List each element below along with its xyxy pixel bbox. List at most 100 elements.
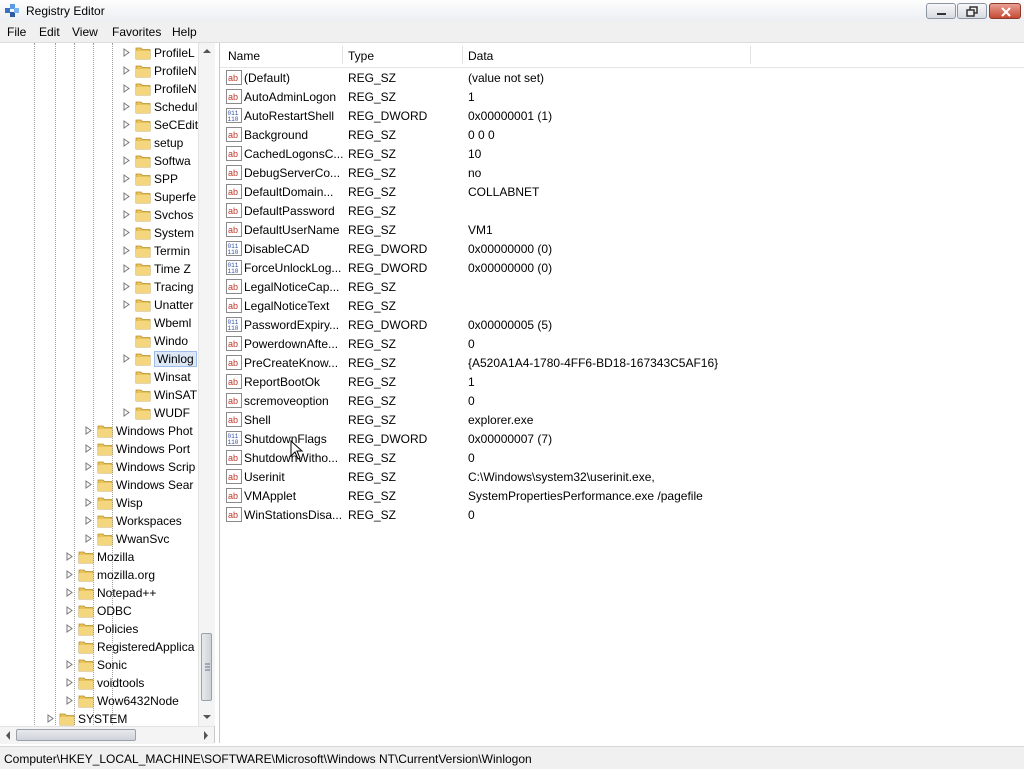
expand-arrow-icon[interactable] [84, 462, 93, 471]
registry-key-tree[interactable]: ProfileL ProfileN ProfileN Schedule SeCEdit s… [0, 43, 215, 743]
scroll-right-arrow-icon[interactable] [198, 727, 214, 744]
registry-value-row[interactable]: ab DefaultPassword REG_SZ [220, 201, 1024, 220]
tree-item[interactable]: Windows Phot [0, 422, 198, 440]
expand-arrow-icon[interactable] [122, 408, 131, 417]
expand-arrow-icon[interactable] [46, 714, 55, 723]
tree-item[interactable]: Tracing [0, 278, 198, 296]
restore-button[interactable] [957, 3, 987, 19]
tree-item[interactable]: ProfileN [0, 80, 198, 98]
registry-value-row[interactable]: ab Background REG_SZ 0 0 0 [220, 125, 1024, 144]
tree-item[interactable]: Workspaces [0, 512, 198, 530]
tree-item[interactable]: Svchos [0, 206, 198, 224]
tree-item[interactable]: ODBC [0, 602, 198, 620]
expand-arrow-icon[interactable] [122, 84, 131, 93]
expand-arrow-icon[interactable] [65, 696, 74, 705]
tree-item[interactable]: ProfileL [0, 44, 198, 62]
registry-value-row[interactable]: ab VMApplet REG_SZ SystemPropertiesPerforma… [220, 486, 1024, 505]
tree-item[interactable]: Wow6432Node [0, 692, 198, 710]
tree-item[interactable]: Policies [0, 620, 198, 638]
expand-arrow-icon[interactable] [122, 228, 131, 237]
column-header-type[interactable]: Type [348, 49, 374, 63]
tree-item[interactable]: SPP [0, 170, 198, 188]
registry-value-row[interactable]: ab LegalNoticeText REG_SZ [220, 296, 1024, 315]
tree-item[interactable]: WwanSvc [0, 530, 198, 548]
expand-arrow-icon[interactable] [122, 48, 131, 57]
expand-arrow-icon[interactable] [122, 282, 131, 291]
expand-arrow-icon[interactable] [84, 498, 93, 507]
tree-vertical-scrollbar[interactable] [198, 43, 215, 726]
tree-item[interactable]: Mozilla [0, 548, 198, 566]
registry-value-row[interactable]: ab scremoveoption REG_SZ 0 [220, 391, 1024, 410]
expand-arrow-icon[interactable] [84, 480, 93, 489]
tree-item[interactable]: Windo [0, 332, 198, 350]
registry-value-row[interactable]: ab (Default) REG_SZ (value not set) [220, 68, 1024, 87]
tree-item[interactable]: Time Z [0, 260, 198, 278]
registry-value-row[interactable]: ab LegalNoticeCap... REG_SZ [220, 277, 1024, 296]
expand-arrow-icon[interactable] [122, 300, 131, 309]
column-divider[interactable] [342, 46, 343, 64]
registry-value-row[interactable]: ab Shell REG_SZ explorer.exe [220, 410, 1024, 429]
tree-hscroll-thumb[interactable] [16, 729, 136, 741]
tree-item[interactable]: Windows Port [0, 440, 198, 458]
scroll-left-arrow-icon[interactable] [0, 727, 16, 744]
minimize-button[interactable] [926, 3, 956, 19]
menu-favorites[interactable]: Favorites [112, 25, 161, 39]
tree-horizontal-scrollbar[interactable] [0, 726, 214, 744]
tree-item[interactable]: Wisp [0, 494, 198, 512]
registry-value-row[interactable]: ab ReportBootOk REG_SZ 1 [220, 372, 1024, 391]
scroll-up-arrow-icon[interactable] [199, 43, 215, 59]
expand-arrow-icon[interactable] [122, 210, 131, 219]
registry-value-row[interactable]: 011 110 DisableCAD REG_DWORD 0x00000000 (0) [220, 239, 1024, 258]
tree-item[interactable]: Notepad++ [0, 584, 198, 602]
expand-arrow-icon[interactable] [65, 570, 74, 579]
tree-item[interactable]: Schedule [0, 98, 204, 116]
tree-item[interactable]: Winsat [0, 368, 198, 386]
registry-value-row[interactable]: ab PowerdownAfte... REG_SZ 0 [220, 334, 1024, 353]
menu-edit[interactable]: Edit [39, 25, 60, 39]
tree-item[interactable]: setup [0, 134, 198, 152]
menu-file[interactable]: File [7, 25, 26, 39]
expand-arrow-icon[interactable] [84, 534, 93, 543]
tree-item[interactable]: Winlog [0, 350, 198, 368]
registry-value-row[interactable]: ab AutoAdminLogon REG_SZ 1 [220, 87, 1024, 106]
registry-value-row[interactable]: ab DefaultDomain... REG_SZ COLLABNET [220, 182, 1024, 201]
registry-value-row[interactable]: ab CachedLogonsC... REG_SZ 10 [220, 144, 1024, 163]
expand-arrow-icon[interactable] [84, 444, 93, 453]
registry-value-row[interactable]: ab Userinit REG_SZ C:\Windows\system32\user… [220, 467, 1024, 486]
expand-arrow-icon[interactable] [122, 120, 131, 129]
registry-value-row[interactable]: ab WinStationsDisa... REG_SZ 0 [220, 505, 1024, 524]
tree-item[interactable]: Windows Scrip [0, 458, 198, 476]
registry-value-row[interactable]: ab PreCreateKnow... REG_SZ {A520A1A4-1780-4… [220, 353, 1024, 372]
tree-scroll-thumb[interactable] [201, 633, 212, 701]
tree-item[interactable]: Windows Sear [0, 476, 198, 494]
menu-help[interactable]: Help [172, 25, 197, 39]
tree-item[interactable]: WinSAT [0, 386, 198, 404]
expand-arrow-icon[interactable] [122, 192, 131, 201]
scroll-down-arrow-icon[interactable] [199, 709, 215, 725]
expand-arrow-icon[interactable] [122, 138, 131, 147]
registry-value-row[interactable]: 011 110 ForceUnlockLog... REG_DWORD 0x000000… [220, 258, 1024, 277]
expand-arrow-icon[interactable] [65, 552, 74, 561]
expand-arrow-icon[interactable] [122, 102, 131, 111]
tree-item[interactable]: Softwa [0, 152, 198, 170]
tree-item[interactable]: Superfe [0, 188, 198, 206]
expand-arrow-icon[interactable] [65, 588, 74, 597]
expand-arrow-icon[interactable] [122, 66, 131, 75]
expand-arrow-icon[interactable] [122, 354, 131, 363]
column-divider[interactable] [462, 46, 463, 64]
tree-item[interactable]: SeCEdit [0, 116, 198, 134]
tree-item[interactable]: RegisteredApplica [0, 638, 198, 656]
tree-item[interactable]: Sonic [0, 656, 198, 674]
column-header-name[interactable]: Name [228, 49, 260, 63]
expand-arrow-icon[interactable] [122, 174, 131, 183]
expand-arrow-icon[interactable] [65, 678, 74, 687]
expand-arrow-icon[interactable] [122, 264, 131, 273]
expand-arrow-icon[interactable] [65, 624, 74, 633]
tree-item[interactable]: System [0, 224, 198, 242]
expand-arrow-icon[interactable] [122, 246, 131, 255]
registry-value-row[interactable]: ab DebugServerCo... REG_SZ no [220, 163, 1024, 182]
registry-value-row[interactable]: ab DefaultUserName REG_SZ VM1 [220, 220, 1024, 239]
registry-value-row[interactable]: 011 110 PasswordExpiry... REG_DWORD 0x000000… [220, 315, 1024, 334]
tree-item[interactable]: ProfileN [0, 62, 198, 80]
tree-item[interactable]: mozilla.org [0, 566, 198, 584]
